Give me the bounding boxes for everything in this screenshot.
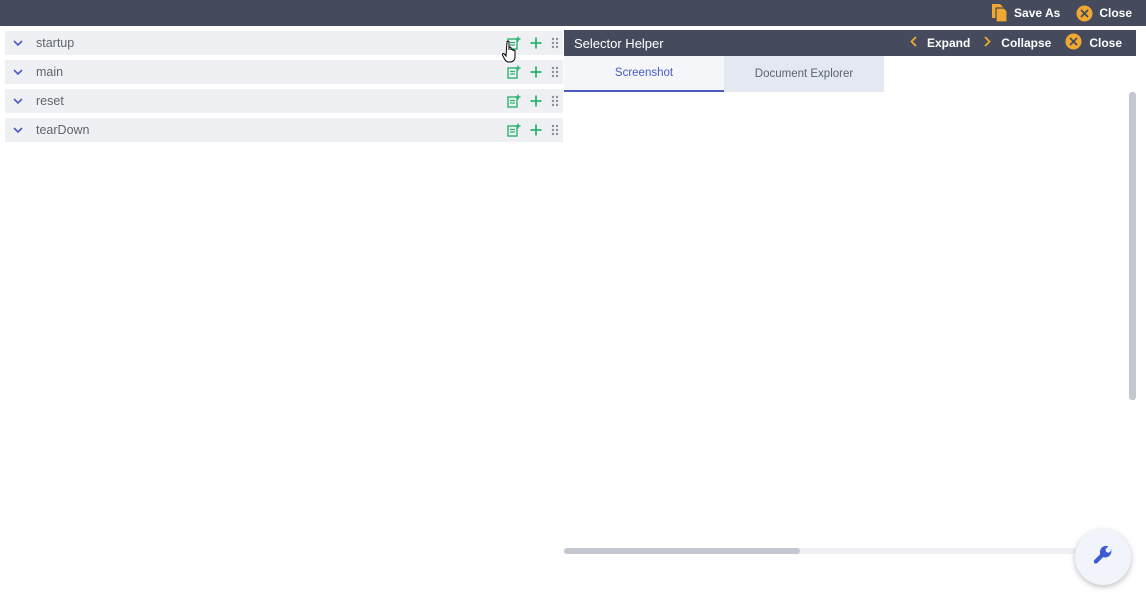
chevron-down-icon[interactable] [5,69,31,75]
tab-screenshot[interactable]: Screenshot [564,56,724,92]
add-note-icon[interactable] [507,94,521,108]
plus-icon[interactable] [529,94,543,108]
drag-handle-icon[interactable] [551,124,559,136]
hand-cursor-icon [501,40,520,69]
section-label: main [36,65,64,79]
chevron-down-icon[interactable] [5,40,31,46]
top-close-button[interactable]: Close [1076,5,1132,22]
section-startup: startup [5,31,563,55]
helper-tabs: Screenshot Document Explorer [564,56,1136,92]
save-as-button[interactable]: Save As [990,3,1060,23]
close-icon [1076,5,1093,22]
tab-document-explorer[interactable]: Document Explorer [724,56,884,92]
expand-label: Expand [926,36,971,50]
section-label: startup [36,36,75,50]
section-label: reset [36,94,64,108]
plus-icon[interactable] [529,123,543,137]
drag-handle-icon[interactable] [551,37,559,49]
vertical-scrollbar[interactable] [1129,92,1136,400]
section-label: tearDown [36,123,90,137]
top-toolbar: Save As Close [0,0,1146,26]
chevron-down-icon[interactable] [5,98,31,104]
section-teardown: tearDown [5,118,563,142]
selector-helper-panel: Selector Helper Expand Collapse Close Sc… [564,30,1136,596]
section-list: startup main reset tearDown [5,31,563,147]
horizontal-scrollbar-thumb[interactable] [564,548,800,554]
collapse-label: Collapse [1001,36,1052,50]
section-main: main [5,60,563,84]
collapse-button[interactable]: Collapse [984,36,1051,50]
chevron-right-icon [984,36,992,50]
plus-icon[interactable] [529,65,543,79]
top-close-label: Close [1099,6,1132,20]
chevron-left-icon [910,36,917,50]
close-icon [1065,33,1082,53]
plus-icon[interactable] [529,36,543,50]
tools-fab-button[interactable] [1075,529,1131,585]
chevron-down-icon[interactable] [5,127,31,133]
drag-handle-icon[interactable] [551,66,559,78]
add-note-icon[interactable] [507,123,521,137]
selector-helper-header: Selector Helper Expand Collapse Close [564,30,1136,56]
selector-helper-title: Selector Helper [574,35,664,51]
section-reset: reset [5,89,563,113]
helper-close-label: Close [1089,36,1122,50]
helper-close-button[interactable]: Close [1065,33,1122,53]
save-as-label: Save As [1014,6,1061,20]
drag-handle-icon[interactable] [551,95,559,107]
expand-button[interactable]: Expand [910,36,970,50]
wrench-icon [1092,544,1114,571]
copy-icon [990,3,1008,23]
